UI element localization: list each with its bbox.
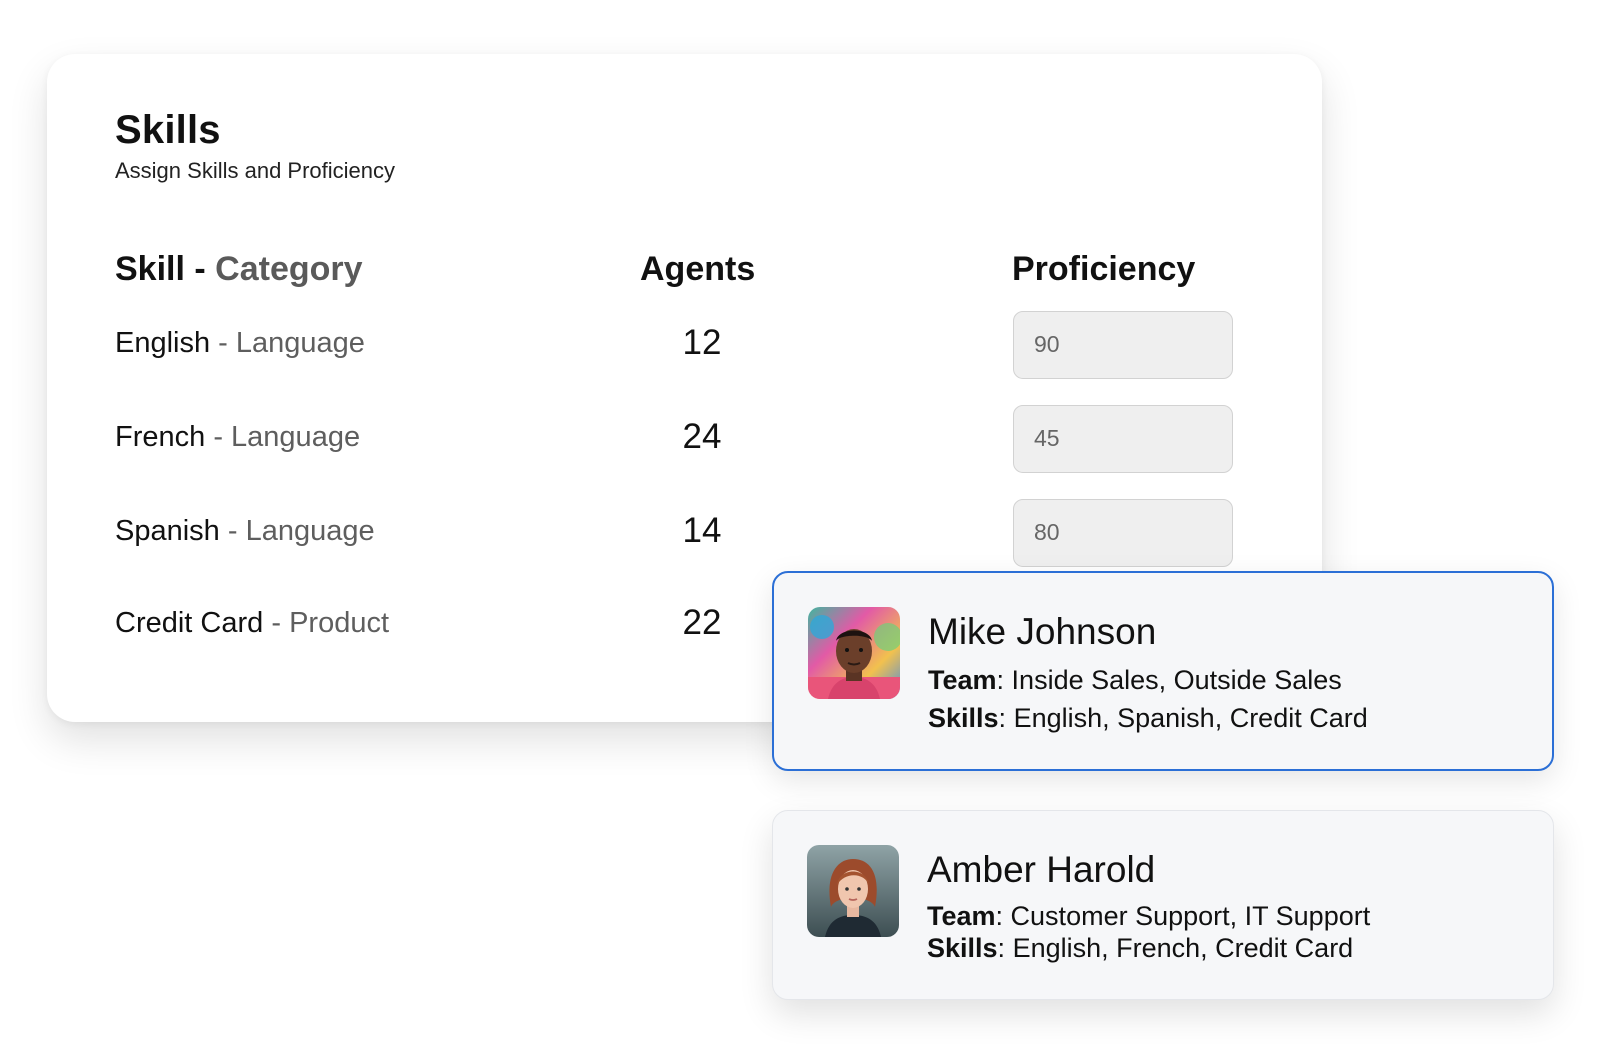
skill-category: Language [235,327,365,359]
agent-name: Amber Harold [927,849,1156,890]
skill-category: Language [231,421,361,453]
proficiency-input[interactable]: 80 [1013,499,1233,567]
proficiency-input[interactable]: 45 [1013,405,1233,473]
column-header-agents[interactable]: Agents [640,250,755,289]
avatar [807,845,899,937]
skill-separator: - [205,421,232,453]
table-row[interactable]: French - Language 24 45 [47,405,1322,475]
agent-skills: Skills: English, Spanish, Credit Card [928,703,1368,733]
column-header-category: Category [215,250,363,288]
page-subtitle: Assign Skills and Proficiency [115,158,396,183]
skills-value: English, French, Credit Card [1012,933,1354,963]
agent-team: Team: Customer Support, IT Support [927,901,1371,931]
skill-category: Product [289,607,390,639]
skill-separator: - [263,607,290,639]
agent-card-mike-johnson[interactable]: Mike Johnson Team: Inside Sales, Outside… [772,571,1554,771]
skills-label: Skills [927,933,998,963]
agent-card-amber-harold[interactable]: Amber Harold Team: Customer Support, IT … [772,810,1554,1000]
skill-category-cell: French - Language [115,421,360,454]
skill-name: French [115,421,206,453]
skill-separator: - [219,515,246,547]
agent-name: Mike Johnson [928,611,1157,652]
skills-value: English, Spanish, Credit Card [1013,703,1368,733]
skill-category-cell: Credit Card - Product [115,607,389,640]
column-header-skill-category[interactable]: Skill - Category [115,250,363,289]
column-header-proficiency[interactable]: Proficiency [1012,250,1195,289]
skills-label: Skills [928,703,999,733]
table-row[interactable]: English - Language 12 90 [47,311,1322,381]
agent-skills: Skills: English, French, Credit Card [927,933,1354,963]
column-header-separator: - [184,250,216,288]
table-row[interactable]: Spanish - Language 14 80 [47,499,1322,569]
column-header-skill: Skill [115,250,185,288]
agents-count: 22 [682,603,722,642]
agents-count: 14 [682,511,722,550]
skill-name: Credit Card [115,607,264,639]
skill-category-cell: English - Language [115,327,365,360]
skill-category-cell: Spanish - Language [115,515,375,548]
team-value: Inside Sales, Outside Sales [1011,665,1342,695]
team-label: Team [927,901,996,931]
avatar [808,607,900,699]
agents-count: 24 [682,417,722,456]
proficiency-input[interactable]: 90 [1013,311,1233,379]
skill-separator: - [210,327,236,359]
avatar-image [808,607,900,699]
skill-name: Spanish [115,515,220,547]
skill-category: Language [245,515,375,547]
skill-name: English [115,327,211,359]
page-title: Skills [115,108,221,152]
agent-team: Team: Inside Sales, Outside Sales [928,665,1342,695]
avatar-image [807,845,899,937]
team-value: Customer Support, IT Support [1010,901,1371,931]
agents-count: 12 [682,323,722,362]
team-label: Team [928,665,997,695]
